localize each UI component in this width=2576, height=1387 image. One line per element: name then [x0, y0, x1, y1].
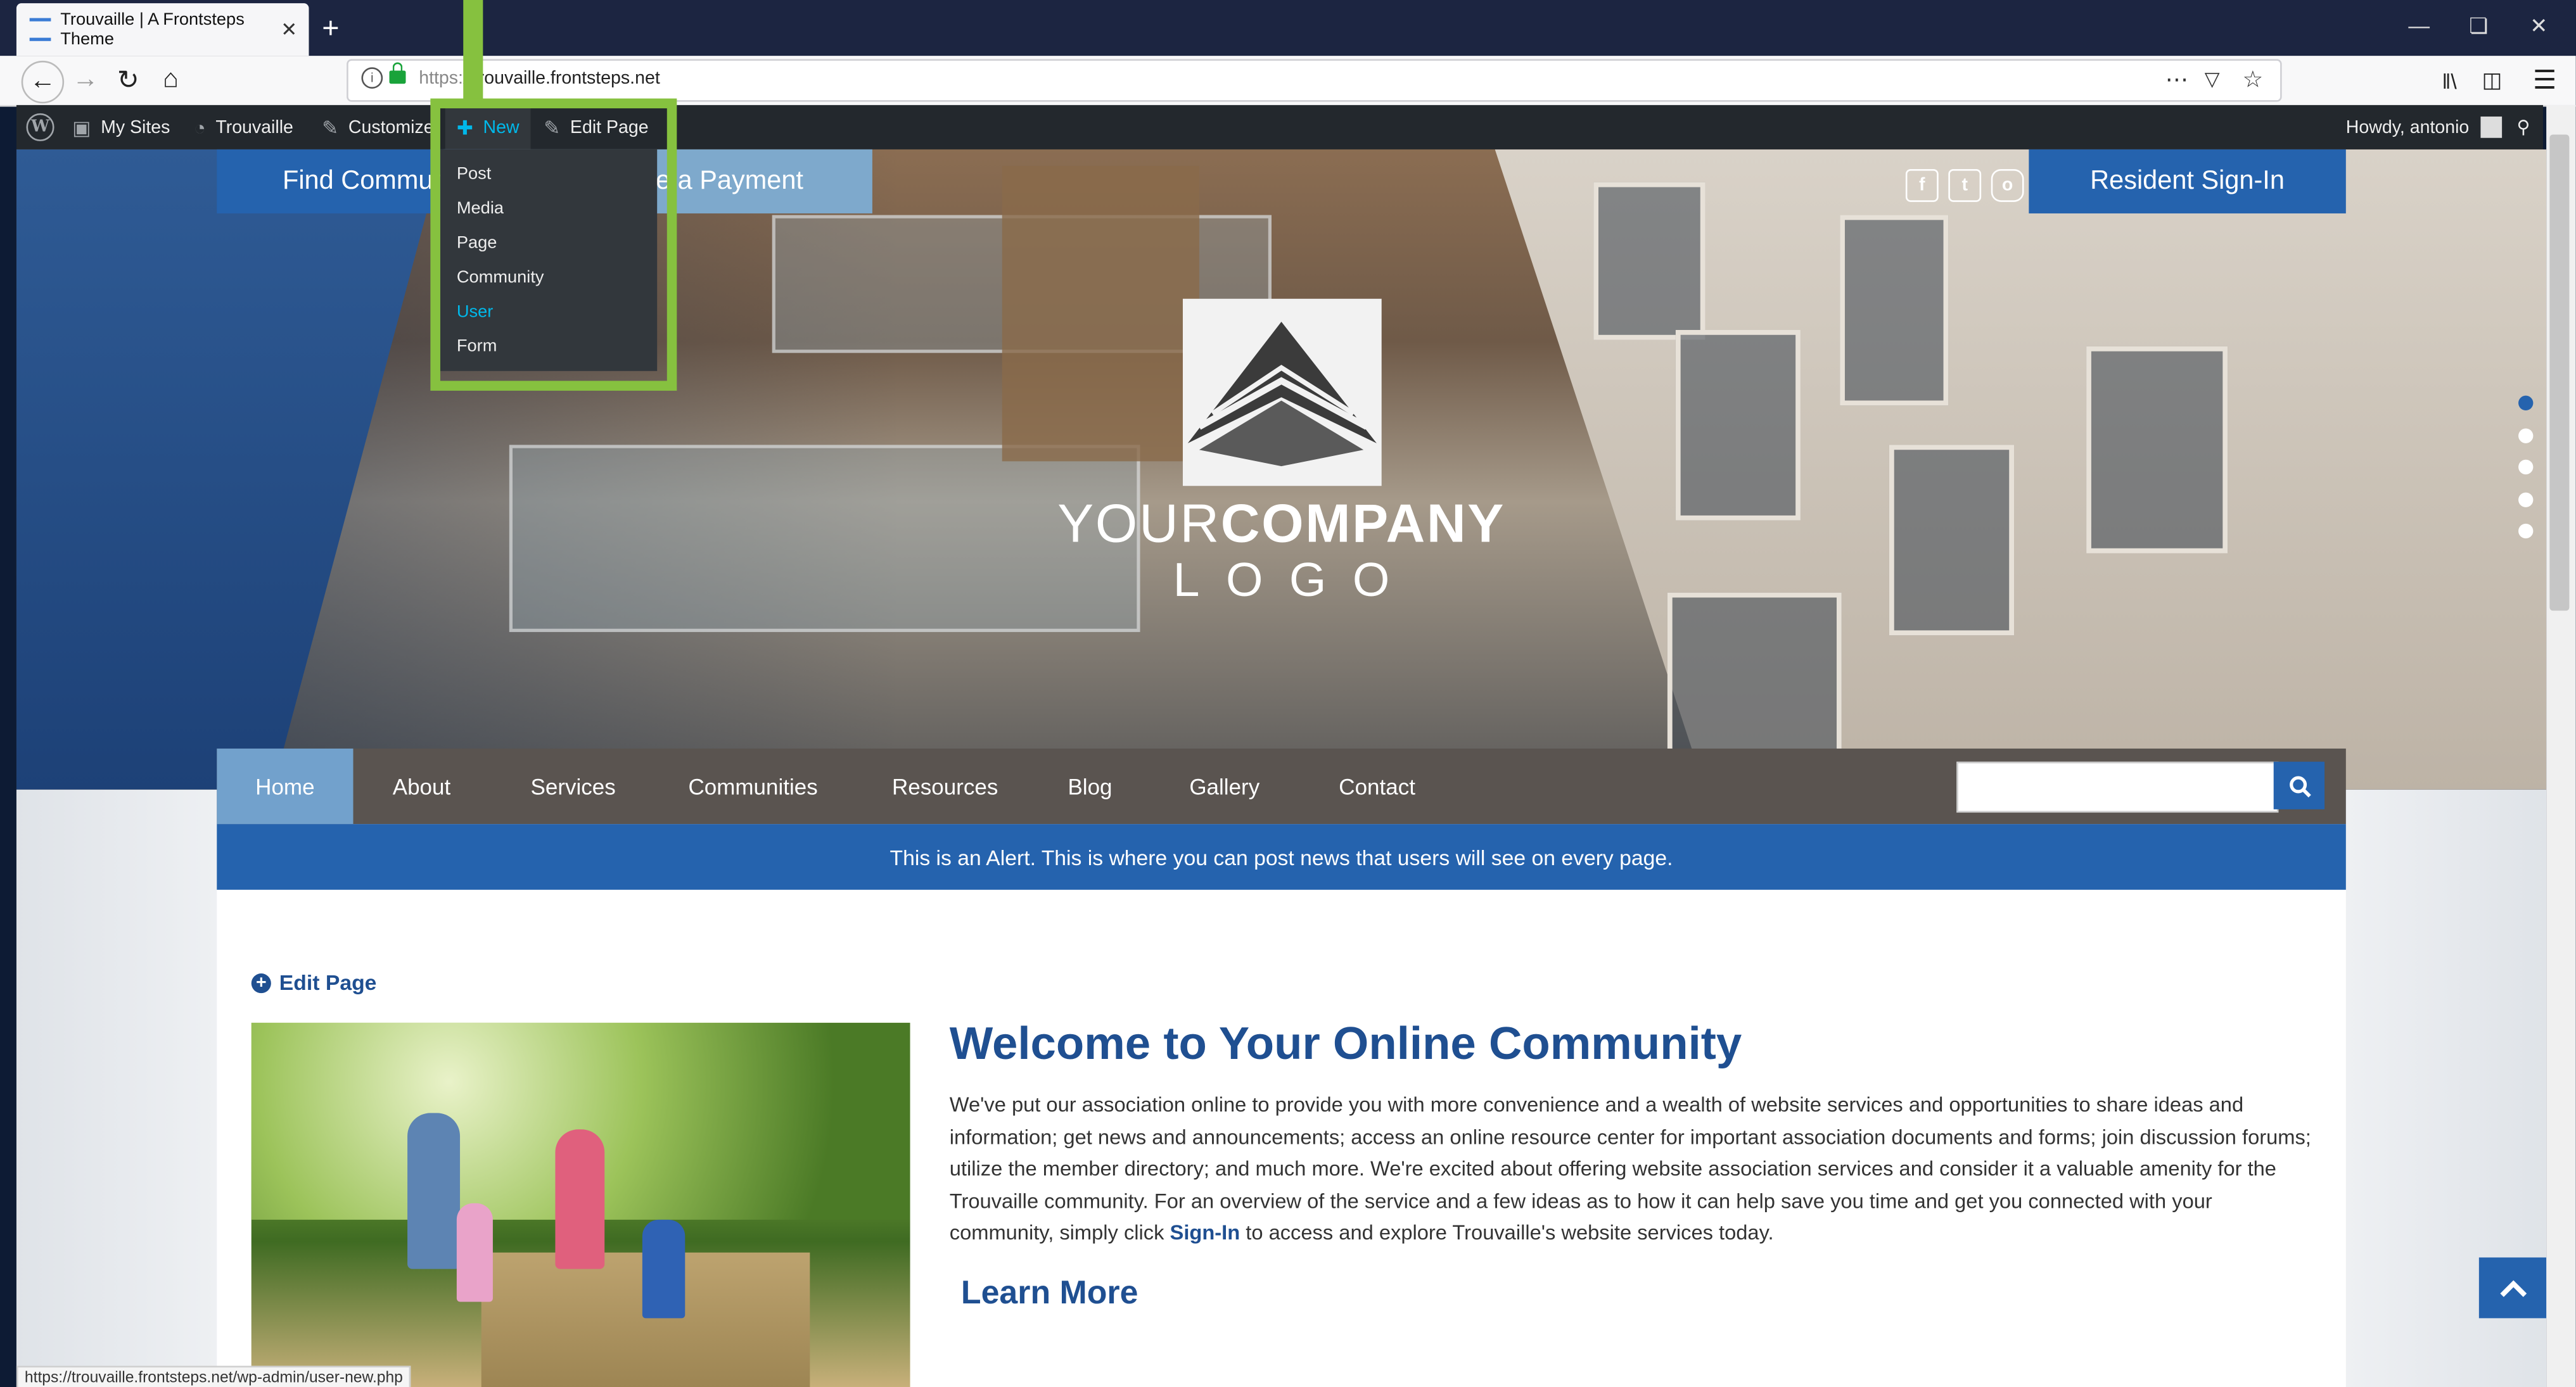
my-sites-label: My Sites: [101, 117, 170, 137]
twitter-icon[interactable]: t: [1948, 168, 1982, 202]
browser-status-bar: https://trouvaille.frontsteps.net/wp-adm…: [16, 1365, 411, 1387]
nav-communities[interactable]: Communities: [688, 749, 817, 824]
nav-about[interactable]: About: [393, 749, 450, 824]
home-icon[interactable]: ⌂: [151, 61, 191, 100]
admin-my-sites[interactable]: ▣ My Sites: [72, 105, 170, 149]
intro-text-2: to access and explore Trouvaille's websi…: [1246, 1221, 1774, 1244]
site-search-input[interactable]: [1956, 761, 2279, 813]
my-sites-icon: ▣: [72, 115, 91, 139]
new-tab-button[interactable]: +: [322, 11, 339, 46]
family-photo: [251, 1022, 910, 1387]
nav-gallery[interactable]: Gallery: [1189, 749, 1259, 824]
alert-banner: This is an Alert. This is where you can …: [217, 824, 2346, 890]
wordpress-logo[interactable]: W: [26, 105, 54, 149]
highlight-box: [430, 98, 677, 391]
back-to-top-button[interactable]: [2478, 1257, 2548, 1319]
page-title: Welcome to Your Online Community: [949, 1018, 1742, 1069]
browser-tab-bar: Trouvaille | A Frontsteps Theme ✕ + — ❏ …: [0, 0, 2576, 56]
admin-search-icon[interactable]: ⚲: [2516, 105, 2530, 149]
edit-page-link-label: Edit Page: [279, 970, 377, 995]
restore-window-icon[interactable]: ❏: [2469, 13, 2488, 39]
site-favicon-icon: [29, 18, 51, 41]
nav-blog[interactable]: Blog: [1068, 749, 1112, 824]
admin-site-name[interactable]: ◔ Trouvaille: [194, 105, 293, 149]
wordpress-icon: W: [26, 113, 54, 141]
avatar: [2480, 117, 2503, 138]
brush-icon: ✎: [322, 115, 339, 139]
howdy-label: Howdy, antonio: [2345, 117, 2470, 137]
url-host: trouvaille.frontsteps.net: [473, 68, 660, 89]
customize-label: Customize: [348, 117, 434, 137]
back-icon[interactable]: ←: [21, 60, 65, 104]
resident-sign-in-button[interactable]: Resident Sign-In: [2029, 149, 2346, 213]
address-bar[interactable]: i https://trouvaille.frontsteps.net ⋯ ▽ …: [347, 59, 2282, 102]
scrollbar-thumb[interactable]: [2549, 134, 2570, 611]
reload-icon[interactable]: ↻: [108, 61, 148, 100]
slider-dot[interactable]: [2518, 459, 2534, 475]
forward-icon[interactable]: →: [66, 61, 105, 100]
close-tab-icon[interactable]: ✕: [281, 18, 297, 41]
secure-lock-icon: [389, 62, 406, 84]
admin-account[interactable]: Howdy, antonio: [2345, 105, 2503, 149]
plus-circle-icon: +: [251, 972, 271, 992]
minimize-window-icon[interactable]: —: [2408, 13, 2430, 38]
page-info-icon[interactable]: i: [361, 67, 383, 89]
pocket-icon[interactable]: ▽: [2205, 67, 2220, 90]
menu-icon[interactable]: ☰: [2525, 61, 2564, 100]
nav-resources[interactable]: Resources: [892, 749, 998, 824]
slider-dot[interactable]: [2518, 395, 2534, 410]
sidebar-icon[interactable]: ◫: [2472, 61, 2511, 100]
page-actions-icon[interactable]: ⋯: [2165, 66, 2188, 94]
logo-subtext: LOGO: [1173, 555, 1416, 608]
site-name-label: Trouvaille: [215, 117, 293, 137]
url-text[interactable]: https://trouvaille.frontsteps.net: [419, 69, 660, 89]
chevron-up-icon: [2500, 1279, 2527, 1296]
browser-tab[interactable]: Trouvaille | A Frontsteps Theme ✕: [16, 3, 309, 56]
intro-paragraph: We've put our association online to prov…: [950, 1090, 2316, 1250]
highlight-connector: [463, 0, 483, 105]
main-navigation: Home About Services Communities Resource…: [217, 748, 2346, 825]
search-icon: [2288, 775, 2311, 797]
learn-more-link[interactable]: Learn More: [961, 1276, 1138, 1314]
wp-admin-bar: W ▣ My Sites ◔ Trouvaille ✎ Customize ✚ New …: [16, 104, 2543, 149]
dashboard-icon: ◔: [193, 115, 206, 139]
company-logo-mark-icon: [1187, 322, 1377, 467]
bookmark-star-icon[interactable]: ☆: [2242, 66, 2263, 94]
tab-title: Trouvaille | A Frontsteps Theme: [60, 10, 245, 49]
logo-word-your: YOUR: [1057, 492, 1221, 554]
admin-customize[interactable]: ✎ Customize: [322, 105, 433, 149]
nav-services[interactable]: Services: [531, 749, 616, 824]
facebook-icon[interactable]: f: [1905, 168, 1939, 202]
sign-in-link[interactable]: Sign-In: [1170, 1221, 1240, 1244]
instagram-icon[interactable]: o: [1991, 168, 2024, 202]
logo-word-company: COMPANY: [1220, 492, 1505, 554]
library-icon[interactable]: ‖\: [2430, 61, 2469, 100]
site-search-button[interactable]: [2273, 761, 2325, 809]
nav-contact[interactable]: Contact: [1339, 749, 1415, 824]
close-window-icon[interactable]: ✕: [2530, 13, 2547, 39]
nav-home[interactable]: Home: [217, 748, 354, 825]
browser-toolbar: ← → ↻ ⌂ i https://trouvaille.frontsteps.…: [0, 56, 2576, 107]
edit-page-link[interactable]: + Edit Page: [251, 970, 377, 995]
slider-dot[interactable]: [2518, 523, 2534, 539]
hero-sky: [16, 149, 444, 790]
logo-text: YOURCOMPANY: [1019, 493, 1545, 555]
